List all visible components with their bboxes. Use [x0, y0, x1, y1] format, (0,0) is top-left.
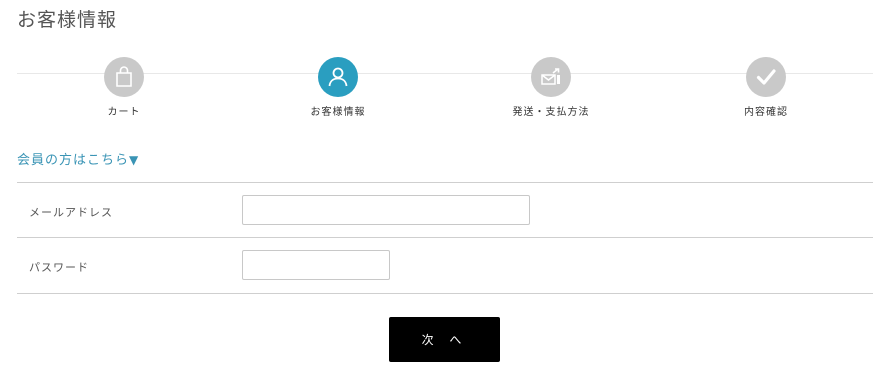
step-circle-customer-info: [318, 57, 358, 97]
step-label-cart: カート: [107, 107, 141, 118]
email-row: メールアドレス: [17, 182, 873, 238]
email-field[interactable]: [242, 195, 530, 225]
page-title: お客様情報: [17, 9, 118, 31]
next-button[interactable]: 次 へ: [389, 317, 500, 362]
step-circle-cart: [104, 57, 144, 97]
email-label: メールアドレス: [29, 206, 113, 219]
step-label-confirm: 内容確認: [744, 107, 788, 118]
step-circle-confirm: [746, 57, 786, 97]
step-customer-info: お客様情報: [278, 57, 398, 118]
password-label: パスワード: [29, 261, 89, 274]
step-cart: カート: [64, 57, 184, 118]
triangle-down-icon: ▼: [129, 153, 140, 167]
step-shipping-payment: 発送・支払方法: [491, 57, 611, 118]
shopping-bag-icon: [116, 66, 132, 87]
password-row: パスワード: [17, 237, 873, 294]
password-field[interactable]: [242, 250, 390, 280]
user-icon: [328, 67, 348, 87]
step-circle-shipping-payment: [531, 57, 571, 97]
shipping-envelope-icon: [541, 68, 560, 85]
step-label-customer-info: お客様情報: [310, 107, 366, 118]
member-link-text: 会員の方はこちら: [17, 153, 130, 168]
checkmark-icon: [756, 69, 776, 85]
step-label-shipping-payment: 発送・支払方法: [512, 107, 590, 118]
member-login-link[interactable]: 会員の方はこちら▼: [17, 149, 139, 168]
step-confirm: 内容確認: [706, 57, 826, 118]
